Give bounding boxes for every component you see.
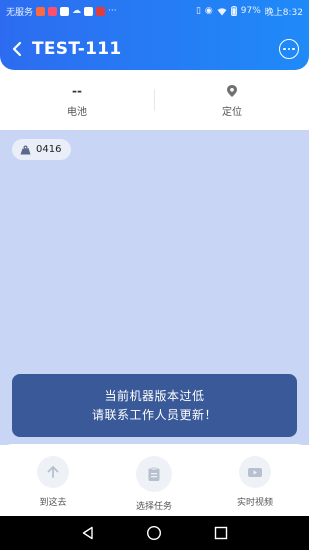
eye-icon: ◉ [204,5,213,16]
notification-app-icon [36,6,46,16]
wifi-icon [217,7,227,15]
back-button[interactable] [2,34,32,64]
battery-stat: -- 电池 [0,70,154,130]
arrow-up-icon [47,466,59,478]
notification-app-icon [48,6,58,16]
map-chip-label: 0416 [36,144,62,155]
version-warning-toast: 当前机器版本过低 请联系工作人员更新！ [12,374,297,437]
toast-line-2: 请联系工作人员更新！ [91,407,217,422]
status-bar: 无服务 ☁ ··· ▯ ◉ 97% 晚上8:32 [0,0,309,22]
battery-icon [230,6,237,16]
page-title: TEST-111 [32,39,122,59]
battery-label: 电池 [67,106,87,118]
clipboard-icon [148,467,160,481]
cloud-icon: ☁ [72,5,82,16]
vibrate-icon: ▯ [195,5,201,16]
location-pin-icon [227,84,237,97]
map-view[interactable]: 0416 当前机器版本过低 请联系工作人员更新！ [0,130,309,445]
live-video-label: 实时视频 [237,498,274,508]
triangle-back-icon [82,526,93,540]
nav-back-button[interactable] [76,521,100,545]
square-recents-icon [214,526,228,540]
more-horizontal-icon [283,47,286,51]
system-navigation-bar [0,516,309,550]
circle-home-icon [147,525,162,541]
more-dots-icon: ··· [108,5,117,16]
notification-app-icon [96,6,106,16]
header: 无服务 ☁ ··· ▯ ◉ 97% 晚上8:32 TEST-111 [0,0,309,70]
battery-value: -- [72,83,82,98]
notification-app-icon [60,6,70,16]
chevron-left-icon [12,41,22,57]
notification-app-icon [84,6,94,16]
live-video-button[interactable]: 实时视频 [237,456,273,508]
map-icon [20,145,31,154]
bottom-action-panel: 到这去 选择任务 实时视频 [0,444,309,516]
carrier-text: 无服务 [6,7,34,18]
clock: 晚上8:32 [264,7,303,18]
location-stat[interactable]: 定位 [155,70,309,130]
go-here-button[interactable]: 到这去 [37,456,69,508]
battery-percent: 97% [240,6,261,16]
nav-home-button[interactable] [142,521,166,545]
more-button[interactable] [279,39,299,59]
toast-line-1: 当前机器版本过低 [104,388,205,403]
map-chip[interactable]: 0416 [12,139,72,160]
go-here-label: 到这去 [39,498,67,508]
video-camera-icon [248,468,262,477]
nav-recents-button[interactable] [209,521,233,545]
location-label: 定位 [222,106,242,118]
select-task-button[interactable]: 选择任务 [136,456,172,512]
select-task-label: 选择任务 [136,502,173,512]
title-bar: TEST-111 [0,34,309,64]
device-stats: -- 电池 定位 [0,70,309,130]
